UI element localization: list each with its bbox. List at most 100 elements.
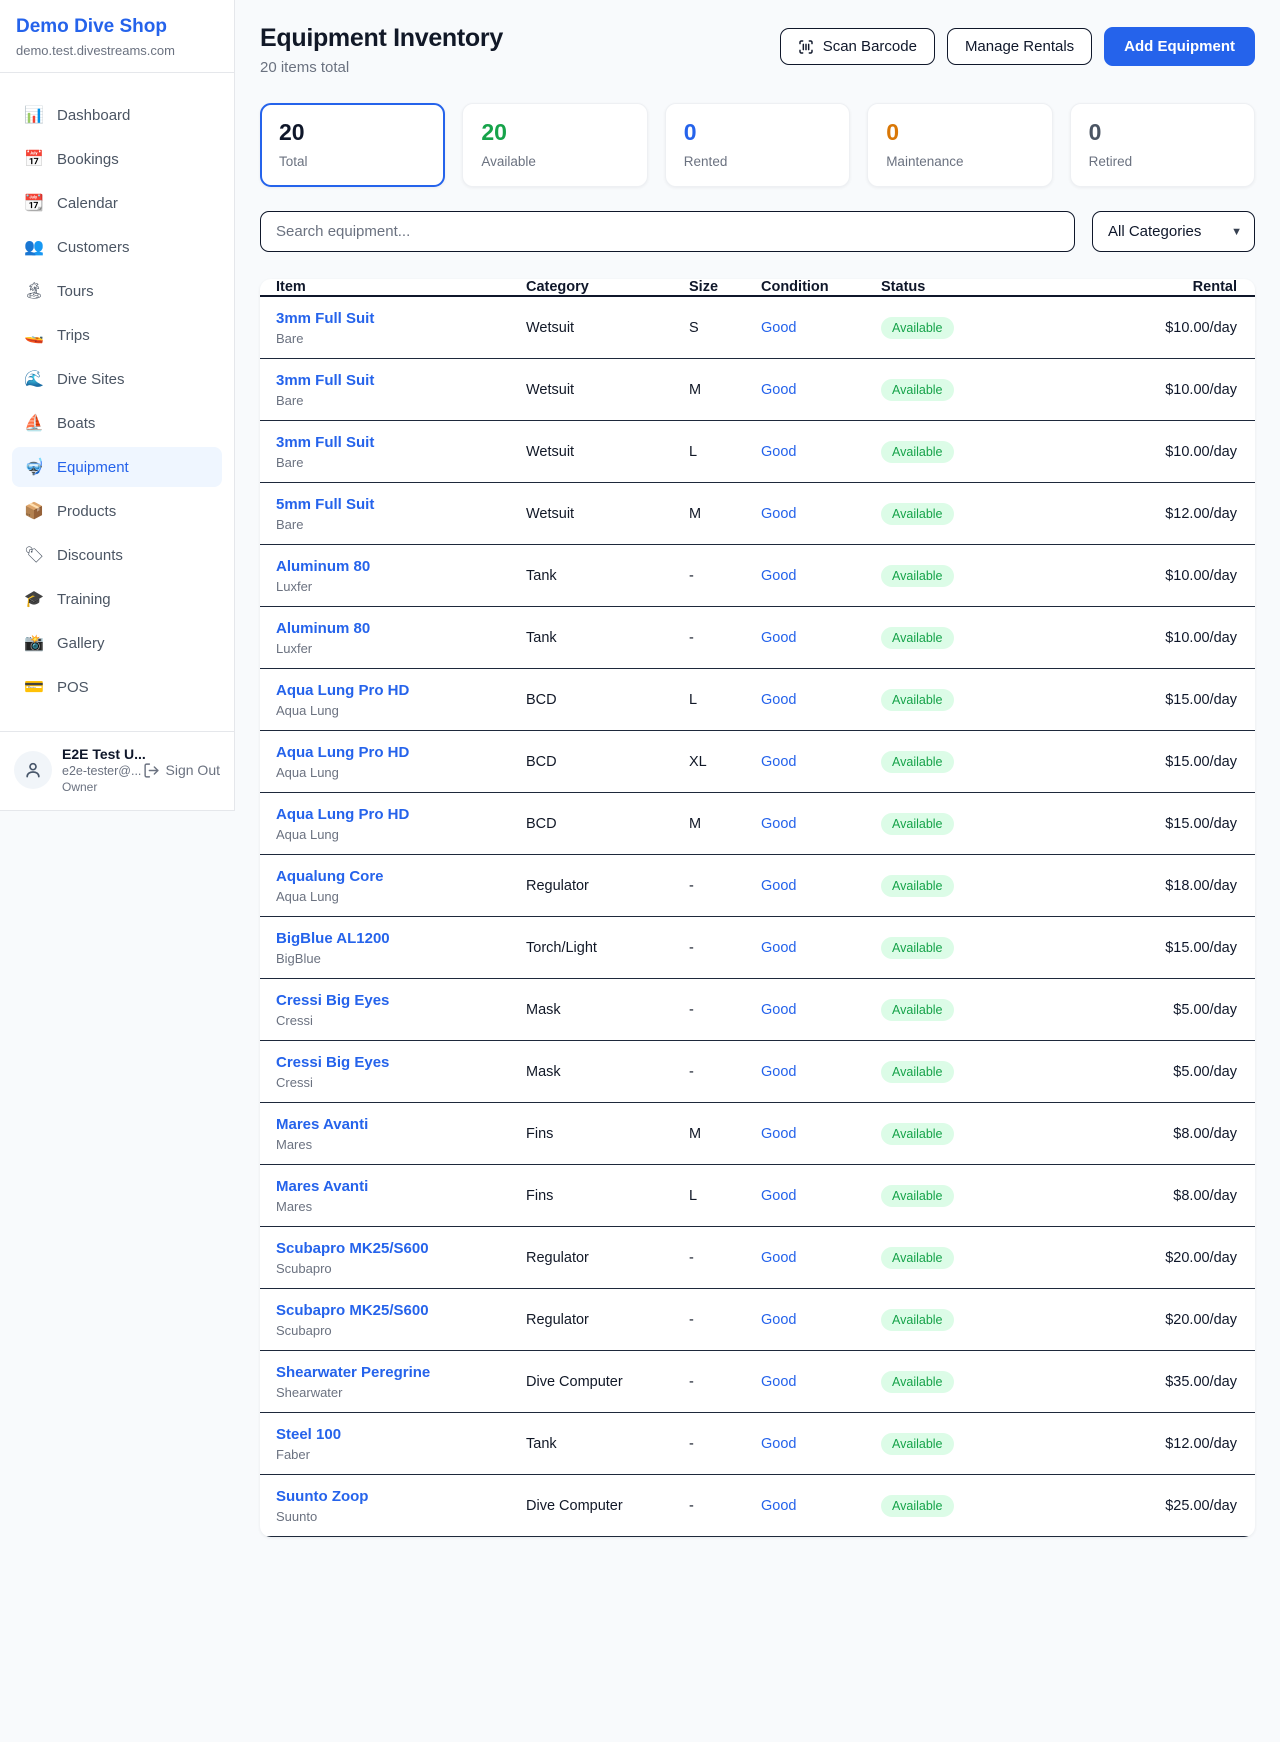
sidebar-item-calendar[interactable]: 📆 Calendar — [12, 183, 222, 223]
sidebar-item-label: Products — [57, 503, 116, 520]
category-select[interactable]: All Categories ▼ — [1092, 211, 1255, 252]
item-name-link[interactable]: Aqua Lung Pro HD — [276, 744, 494, 761]
condition-link[interactable]: Good — [761, 940, 796, 956]
training-icon: 🎓 — [24, 589, 44, 609]
item-name-link[interactable]: 5mm Full Suit — [276, 496, 494, 513]
status-badge: Available — [881, 813, 954, 835]
condition-link[interactable]: Good — [761, 1374, 796, 1390]
item-name-link[interactable]: 3mm Full Suit — [276, 372, 494, 389]
sidebar-item-training[interactable]: 🎓 Training — [12, 579, 222, 619]
item-name-link[interactable]: Scubapro MK25/S600 — [276, 1302, 494, 1319]
item-category: Mask — [510, 1002, 673, 1018]
condition-link[interactable]: Good — [761, 444, 796, 460]
condition-link[interactable]: Good — [761, 878, 796, 894]
col-size: Size — [673, 279, 745, 295]
condition-link[interactable]: Good — [761, 1250, 796, 1266]
condition-link[interactable]: Good — [761, 320, 796, 336]
stat-card-retired[interactable]: 0 Retired — [1070, 103, 1255, 187]
item-name-link[interactable]: Cressi Big Eyes — [276, 1054, 494, 1071]
condition-link[interactable]: Good — [761, 382, 796, 398]
item-name-link[interactable]: 3mm Full Suit — [276, 310, 494, 327]
item-name-link[interactable]: Scubapro MK25/S600 — [276, 1240, 494, 1257]
stat-card-available[interactable]: 20 Available — [462, 103, 647, 187]
condition-link[interactable]: Good — [761, 1002, 796, 1018]
item-name-link[interactable]: Aluminum 80 — [276, 620, 494, 637]
item-name-link[interactable]: Steel 100 — [276, 1426, 494, 1443]
item-name-link[interactable]: Aqua Lung Pro HD — [276, 806, 494, 823]
status-badge: Available — [881, 1061, 954, 1083]
stat-card-maintenance[interactable]: 0 Maintenance — [867, 103, 1052, 187]
avatar — [14, 751, 52, 789]
item-name-link[interactable]: Shearwater Peregrine — [276, 1364, 494, 1381]
sidebar-item-label: Calendar — [57, 195, 118, 212]
condition-link[interactable]: Good — [761, 1064, 796, 1080]
item-category: Tank — [510, 1436, 673, 1452]
sidebar-item-equipment[interactable]: 🤿 Equipment — [12, 447, 222, 487]
item-name-link[interactable]: 3mm Full Suit — [276, 434, 494, 451]
manage-rentals-button[interactable]: Manage Rentals — [947, 28, 1092, 65]
total-label: Total — [279, 154, 426, 169]
stat-card-rented[interactable]: 0 Rented — [665, 103, 850, 187]
condition-link[interactable]: Good — [761, 1436, 796, 1452]
item-name-link[interactable]: Cressi Big Eyes — [276, 992, 494, 1009]
sidebar-item-tours[interactable]: 🏝 Tours — [12, 271, 222, 311]
status-badge: Available — [881, 999, 954, 1021]
sidebar-nav: 📊 Dashboard 📅 Bookings 📆 Calendar 👥 Cust… — [0, 73, 234, 721]
sidebar-item-bookings[interactable]: 📅 Bookings — [12, 139, 222, 179]
item-brand: Bare — [276, 393, 494, 408]
sidebar-item-discounts[interactable]: 🏷 Discounts — [12, 535, 222, 575]
item-name-link[interactable]: Aluminum 80 — [276, 558, 494, 575]
condition-link[interactable]: Good — [761, 754, 796, 770]
sidebar-item-customers[interactable]: 👥 Customers — [12, 227, 222, 267]
sign-out-button[interactable]: Sign Out — [143, 762, 220, 779]
user-name: E2E Test U... — [62, 746, 133, 762]
item-rental-rate: $15.00/day — [1085, 754, 1255, 770]
condition-link[interactable]: Good — [761, 1498, 796, 1514]
item-brand: Bare — [276, 455, 494, 470]
item-name-link[interactable]: Mares Avanti — [276, 1116, 494, 1133]
sidebar-item-products[interactable]: 📦 Products — [12, 491, 222, 531]
item-name-link[interactable]: Aqualung Core — [276, 868, 494, 885]
condition-link[interactable]: Good — [761, 630, 796, 646]
item-name-link[interactable]: BigBlue AL1200 — [276, 930, 494, 947]
condition-link[interactable]: Good — [761, 506, 796, 522]
status-badge: Available — [881, 937, 954, 959]
bookings-icon: 📅 — [24, 149, 44, 169]
item-rental-rate: $10.00/day — [1085, 568, 1255, 584]
condition-link[interactable]: Good — [761, 1312, 796, 1328]
status-badge: Available — [881, 1247, 954, 1269]
condition-link[interactable]: Good — [761, 692, 796, 708]
sidebar-item-trips[interactable]: 🚤 Trips — [12, 315, 222, 355]
condition-link[interactable]: Good — [761, 1188, 796, 1204]
stat-card-total[interactable]: 20 Total — [260, 103, 445, 187]
item-size: - — [673, 568, 745, 584]
sidebar-item-boats[interactable]: ⛵ Boats — [12, 403, 222, 443]
condition-link[interactable]: Good — [761, 568, 796, 584]
sidebar-item-dive-sites[interactable]: 🌊 Dive Sites — [12, 359, 222, 399]
sidebar-item-dashboard[interactable]: 📊 Dashboard — [12, 95, 222, 135]
status-badge: Available — [881, 1433, 954, 1455]
condition-link[interactable]: Good — [761, 1126, 796, 1142]
sidebar-item-gallery[interactable]: 📸 Gallery — [12, 623, 222, 663]
table-row: Aqua Lung Pro HD Aqua Lung BCD M Good Av… — [260, 793, 1255, 855]
table-row: Steel 100 Faber Tank - Good Available $1… — [260, 1413, 1255, 1475]
table-row: Scubapro MK25/S600 Scubapro Regulator - … — [260, 1227, 1255, 1289]
item-category: Wetsuit — [510, 320, 673, 336]
logout-icon — [143, 762, 160, 779]
scan-barcode-button[interactable]: Scan Barcode — [780, 28, 935, 65]
item-size: M — [673, 382, 745, 398]
retired-count: 0 — [1089, 119, 1236, 146]
page-title: Equipment Inventory — [260, 24, 503, 53]
item-size: - — [673, 1064, 745, 1080]
item-name-link[interactable]: Suunto Zoop — [276, 1488, 494, 1505]
discounts-icon: 🏷 — [24, 545, 44, 565]
sidebar-item-pos[interactable]: 💳 POS — [12, 667, 222, 707]
item-name-link[interactable]: Aqua Lung Pro HD — [276, 682, 494, 699]
condition-link[interactable]: Good — [761, 816, 796, 832]
search-input[interactable] — [260, 211, 1075, 252]
add-equipment-button[interactable]: Add Equipment — [1104, 27, 1255, 66]
item-size: S — [673, 320, 745, 336]
item-rental-rate: $15.00/day — [1085, 816, 1255, 832]
item-rental-rate: $10.00/day — [1085, 444, 1255, 460]
item-name-link[interactable]: Mares Avanti — [276, 1178, 494, 1195]
